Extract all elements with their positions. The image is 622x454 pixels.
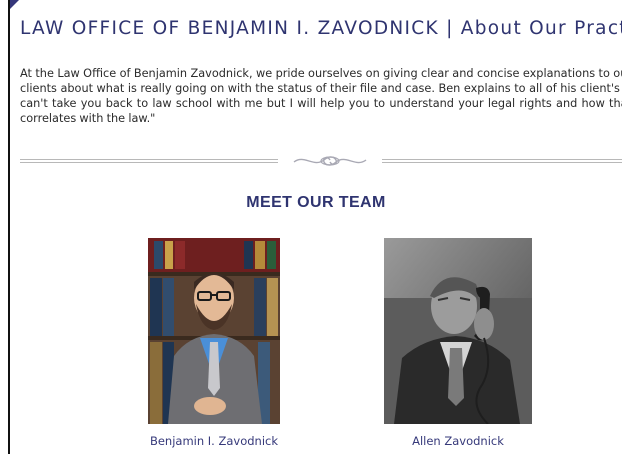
allen-photo[interactable]: [384, 238, 532, 424]
divider-line-left: [20, 159, 278, 163]
team-member-name: Benjamin I. Zavodnick: [149, 434, 279, 448]
team-member-allen: Allen Zavodnick: [373, 238, 543, 448]
page-content: LAW OFFICE OF BENJAMIN I. ZAVODNICK | Ab…: [8, 0, 622, 454]
divider-line-right: [382, 159, 622, 163]
team-member-name: Allen Zavodnick: [412, 434, 504, 448]
intro-paragraph: At the Law Office of Benjamin Zavodnick,…: [20, 67, 622, 125]
scroll-ornament-icon: [293, 156, 367, 166]
team-heading: MEET OUR TEAM: [246, 194, 386, 211]
ornamental-divider: [20, 150, 622, 174]
team-member-benjamin: Benjamin I. Zavodnick: [129, 238, 299, 448]
page-title: LAW OFFICE OF BENJAMIN I. ZAVODNICK | Ab…: [20, 18, 622, 39]
benjamin-photo[interactable]: [148, 238, 280, 424]
